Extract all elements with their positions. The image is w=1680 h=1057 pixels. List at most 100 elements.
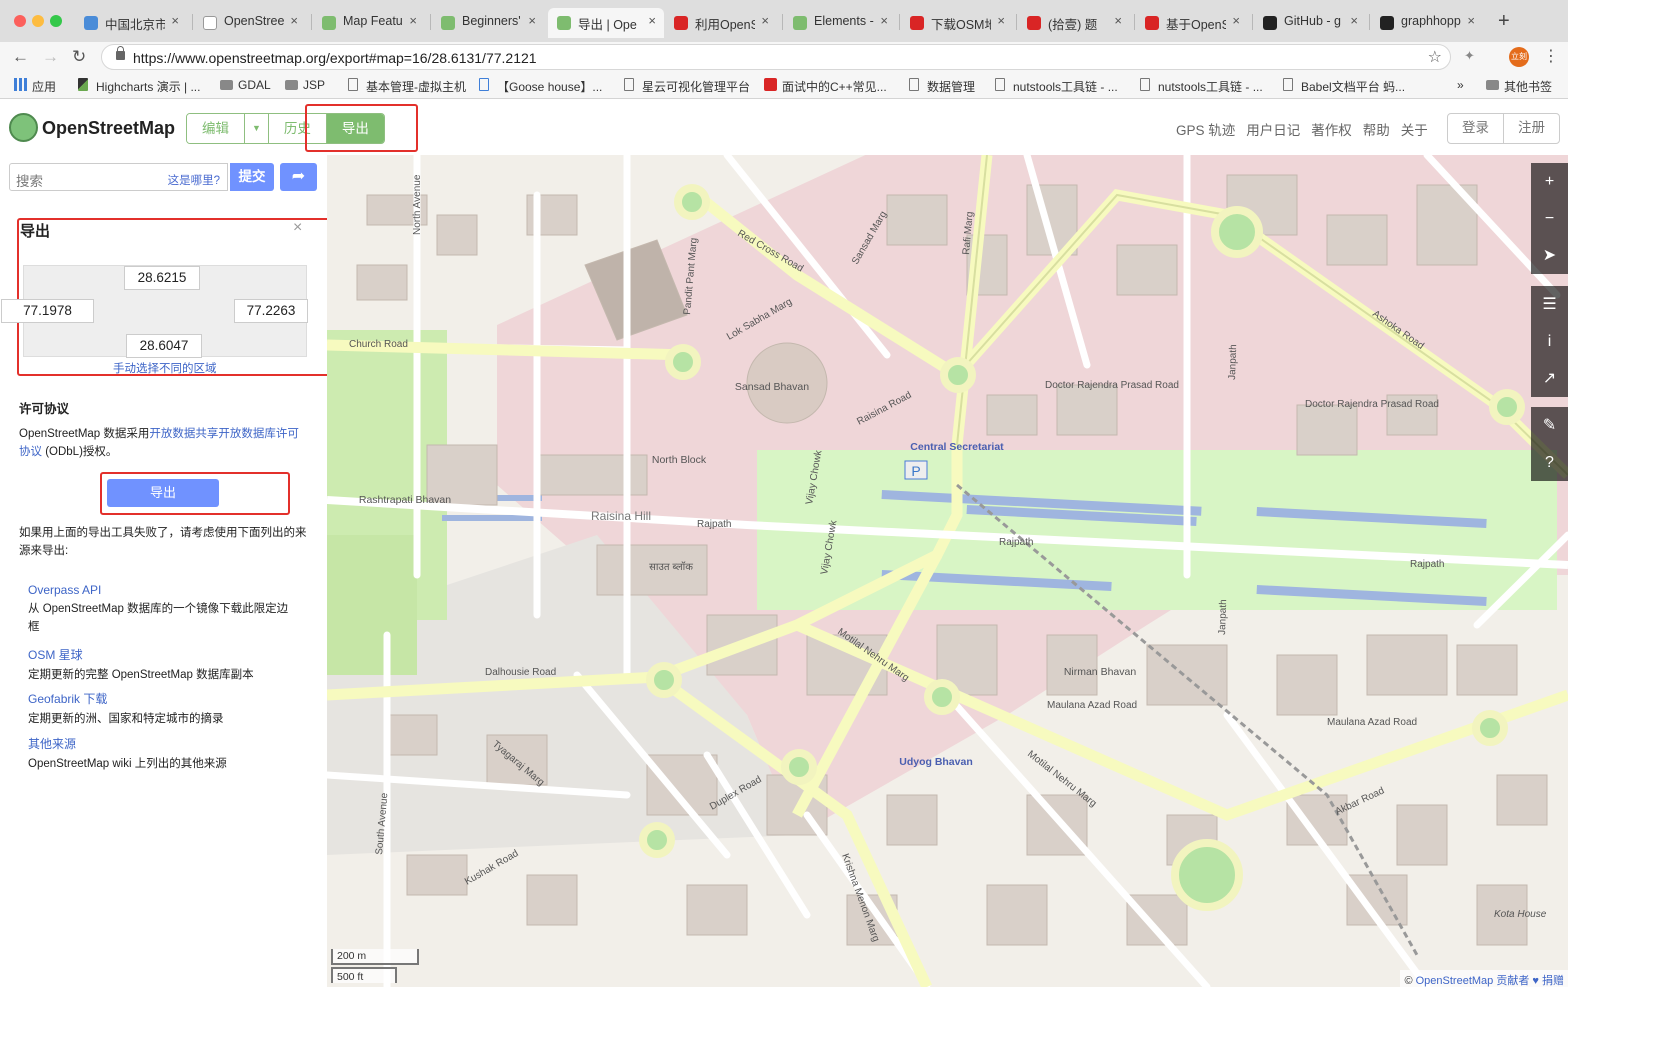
forward-arrow-icon[interactable]: → — [42, 47, 59, 67]
close-tab-icon[interactable]: × — [880, 13, 888, 28]
bookmark-item[interactable]: JSP — [285, 78, 325, 92]
north-input[interactable]: 28.6215 — [124, 266, 200, 290]
nav-link[interactable]: 关于 — [1401, 123, 1428, 138]
export-source-item: Geofabrik 下载 定期更新的洲、国家和特定城市的摘录 — [28, 690, 293, 728]
signup-button[interactable]: 注册 — [1503, 114, 1559, 143]
maximize-window-button[interactable] — [50, 15, 62, 27]
avatar[interactable]: 立刻 — [1509, 47, 1529, 67]
directions-icon[interactable]: ➦ — [280, 163, 317, 191]
close-tab-icon[interactable]: × — [1232, 13, 1240, 28]
south-input[interactable]: 28.6047 — [126, 334, 202, 358]
bookmark-item[interactable]: nutstools工具链 - ... — [995, 78, 1118, 95]
zoom-out-icon[interactable]: − — [1531, 200, 1568, 237]
edit-dropdown-chevron-icon[interactable]: ▼ — [245, 114, 269, 143]
query-features-icon[interactable]: ? — [1531, 444, 1568, 481]
export-button[interactable]: 导出 — [107, 479, 219, 507]
map-attribution: © OpenStreetMap 贡献者 ♥ 捐赠 — [1400, 970, 1568, 987]
apps-grid-icon — [14, 78, 27, 91]
back-arrow-icon[interactable]: ← — [12, 47, 29, 67]
export-source-link[interactable]: 其他来源 — [28, 735, 293, 752]
browser-tab[interactable]: 导出 | Ope × — [548, 8, 664, 38]
layers-icon[interactable]: ☰ — [1531, 286, 1568, 323]
map-view[interactable]: Sansad Bhavan Central Secretariat Rashtr… — [327, 155, 1568, 987]
bookmark-star-icon[interactable]: ☆ — [1428, 47, 1442, 67]
close-tab-icon[interactable]: × — [1467, 13, 1475, 28]
browser-tab[interactable]: OpenStree × — [194, 8, 306, 38]
login-button[interactable]: 登录 — [1448, 114, 1503, 143]
export-source-link[interactable]: OSM 星球 — [28, 646, 293, 663]
bookmark-item[interactable]: Highcharts 演示 | ... — [78, 78, 200, 95]
close-window-button[interactable] — [14, 15, 26, 27]
browser-tab[interactable]: Map Featur × — [313, 8, 425, 38]
bookmark-item[interactable]: GDAL — [220, 78, 271, 92]
close-tab-icon[interactable]: × — [1114, 13, 1122, 28]
browser-tab[interactable]: (拾壹) 题 × — [1018, 8, 1130, 38]
where-is-this-link[interactable]: 这是哪里? — [168, 172, 220, 188]
close-tab-icon[interactable]: × — [171, 13, 179, 28]
new-tab-button[interactable]: + — [1498, 10, 1510, 33]
donate-link[interactable]: ♥ 捐赠 — [1529, 975, 1564, 987]
edit-button[interactable]: 编辑 — [187, 114, 245, 143]
tab-label: OpenStree — [224, 14, 284, 28]
search-input[interactable]: 搜索 这是哪里? — [9, 163, 228, 191]
nav-link[interactable]: 用户日记 — [1246, 123, 1300, 138]
search-submit-button[interactable]: 提交 — [230, 163, 274, 191]
nav-link[interactable]: GPS 轨迹 — [1176, 123, 1235, 138]
nav-link[interactable]: 帮助 — [1363, 123, 1390, 138]
close-tab-icon[interactable]: × — [528, 13, 536, 28]
bookmark-item[interactable]: 【Goose house】... — [479, 78, 602, 95]
minimize-window-button[interactable] — [32, 15, 44, 27]
bookmark-item[interactable]: 基本管理-虚拟主机 — [348, 78, 466, 95]
tab-favicon-icon — [1145, 16, 1159, 30]
extension-icon[interactable]: ✦ — [1464, 48, 1475, 64]
map-canvas[interactable]: Sansad Bhavan Central Secretariat Rashtr… — [327, 155, 1568, 987]
reload-icon[interactable]: ↻ — [72, 47, 86, 67]
manual-select-link[interactable]: 手动选择不同的区域 — [113, 360, 217, 376]
other-bookmarks-folder[interactable]: 其他书签 — [1486, 78, 1552, 95]
label-north-avenue: North Avenue — [412, 174, 423, 235]
browser-tab[interactable]: 基于OpenS × — [1136, 8, 1248, 38]
export-source-link[interactable]: Overpass API — [28, 583, 293, 597]
browser-tab[interactable]: Beginners' × — [432, 8, 544, 38]
bookmarks-more-button[interactable]: » — [1457, 78, 1464, 92]
browser-tab[interactable]: 利用OpenS × — [665, 8, 777, 38]
browser-tab[interactable]: GitHub - g × — [1254, 8, 1366, 38]
bookmark-item[interactable]: 数据管理 — [909, 78, 975, 95]
nav-link[interactable]: 著作权 — [1311, 123, 1352, 138]
browser-tab[interactable]: 下载OSM地 × — [901, 8, 1013, 38]
export-source-link[interactable]: Geofabrik 下载 — [28, 690, 293, 707]
tab-label: Beginners' — [462, 14, 521, 28]
contributors-link[interactable]: OpenStreetMap 贡献者 — [1416, 975, 1530, 987]
share-icon[interactable]: ↗ — [1531, 360, 1568, 397]
close-icon[interactable]: × — [293, 219, 302, 237]
bookmark-item[interactable]: 应用 — [14, 78, 56, 95]
folder-icon — [1486, 80, 1499, 90]
bookmark-item[interactable]: nutstools工具链 - ... — [1140, 78, 1263, 95]
close-tab-icon[interactable]: × — [290, 13, 298, 28]
browser-tab[interactable]: 中国北京市 × — [75, 8, 187, 38]
browser-tab[interactable]: Elements - × — [784, 8, 896, 38]
osm-logo-icon[interactable] — [9, 113, 38, 142]
bookmark-item[interactable]: 面试中的C++常见... — [764, 78, 887, 95]
export-source-item: 其他来源 OpenStreetMap wiki 上列出的其他来源 — [28, 735, 293, 773]
close-tab-icon[interactable]: × — [409, 13, 417, 28]
tab-separator — [192, 14, 193, 30]
close-tab-icon[interactable]: × — [648, 13, 656, 28]
browser-tab[interactable]: graphhopp × — [1371, 8, 1483, 38]
bookmark-item[interactable]: Babel文档平台 蚂... — [1283, 78, 1405, 95]
scale-bar: 200 m 500 ft — [331, 949, 419, 983]
label-maulana-azad-road: Maulana Azad Road — [1327, 717, 1417, 728]
address-bar[interactable]: https://www.openstreetmap.org/export#map… — [101, 44, 1451, 70]
close-tab-icon[interactable]: × — [1350, 13, 1358, 28]
close-tab-icon[interactable]: × — [997, 13, 1005, 28]
close-tab-icon[interactable]: × — [761, 13, 769, 28]
add-note-icon[interactable]: ✎ — [1531, 407, 1568, 444]
info-icon[interactable]: i — [1531, 323, 1568, 360]
west-input[interactable]: 77.1978 — [1, 299, 94, 323]
east-input[interactable]: 77.2263 — [234, 299, 308, 323]
more-menu-icon[interactable]: ⋮ — [1543, 46, 1559, 66]
zoom-in-icon[interactable]: + — [1531, 163, 1568, 200]
osm-logo-text[interactable]: OpenStreetMap — [42, 118, 175, 139]
locate-icon[interactable]: ➤ — [1531, 237, 1568, 274]
bookmark-item[interactable]: 星云可视化管理平台 — [624, 78, 750, 95]
